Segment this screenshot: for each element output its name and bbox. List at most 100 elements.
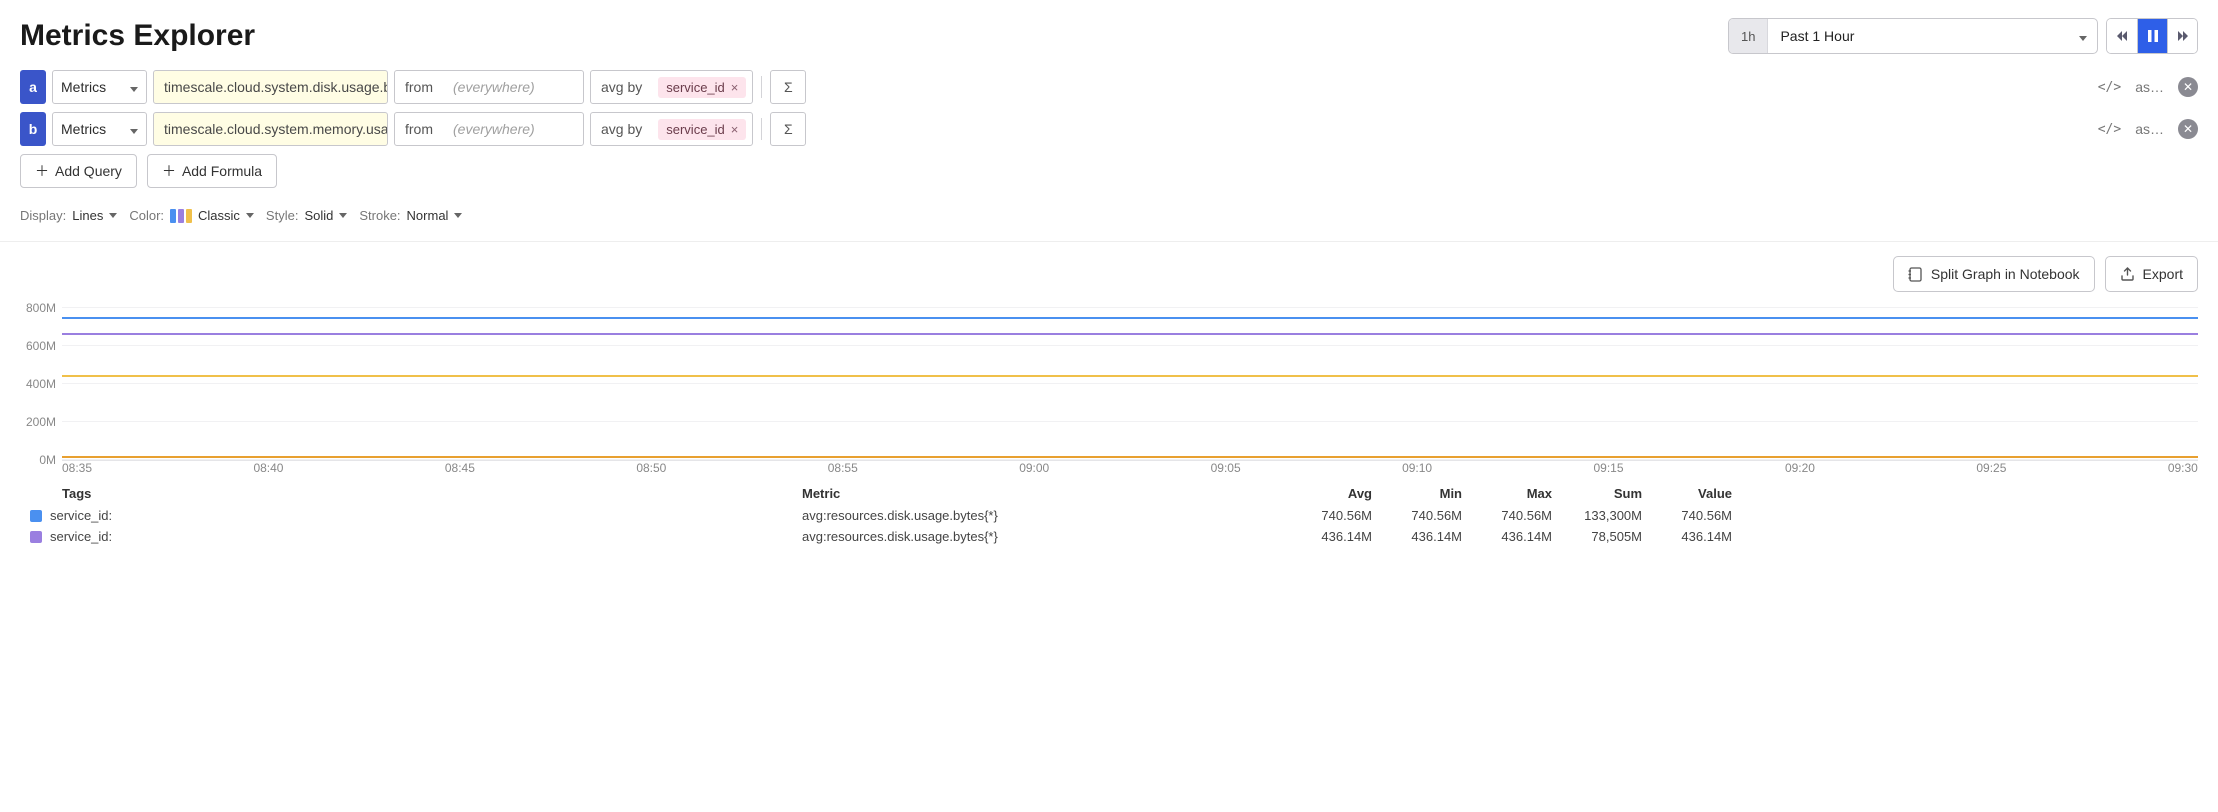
- query-row: a Metrics timescale.cloud.system.disk.us…: [20, 70, 2198, 104]
- query-badge[interactable]: a: [20, 70, 46, 104]
- legend-avg: 436.14M: [1282, 529, 1372, 544]
- x-tick: 09:05: [1211, 461, 1241, 478]
- series-line: [62, 333, 2198, 335]
- col-tags-header[interactable]: Tags: [62, 486, 802, 501]
- group-by[interactable]: avg by service_id ×: [590, 70, 753, 104]
- y-axis: 0M200M400M600M800M: [20, 308, 60, 460]
- add-query-button[interactable]: ＋ Add Query: [20, 154, 137, 188]
- chevron-down-icon: [130, 121, 138, 137]
- plus-icon: ＋: [162, 161, 176, 181]
- col-sum-header[interactable]: Sum: [1552, 486, 1642, 501]
- x-tick: 08:35: [62, 461, 92, 478]
- step-back-button[interactable]: [2107, 19, 2137, 53]
- time-range-picker[interactable]: 1h Past 1 Hour: [1728, 18, 2098, 54]
- legend-sum: 78,505M: [1552, 529, 1642, 544]
- x-tick: 09:25: [1976, 461, 2006, 478]
- y-tick: 0M: [39, 453, 56, 467]
- alias-button[interactable]: as…: [2135, 121, 2164, 137]
- divider: [761, 118, 762, 140]
- from-label: from: [395, 121, 443, 137]
- query-source-select[interactable]: Metrics: [52, 112, 147, 146]
- metric-input[interactable]: timescale.cloud.system.disk.usage.b: [153, 70, 388, 104]
- x-tick: 09:30: [2168, 461, 2198, 478]
- legend-row[interactable]: service_id:avg:resources.disk.usage.byte…: [62, 526, 2198, 547]
- x-axis: 08:3508:4008:4508:5008:5509:0009:0509:10…: [62, 460, 2198, 478]
- col-min-header[interactable]: Min: [1372, 486, 1462, 501]
- functions-button[interactable]: Σ: [770, 70, 806, 104]
- from-placeholder: (everywhere): [443, 121, 583, 137]
- group-by-tag[interactable]: service_id ×: [658, 77, 746, 98]
- plus-icon: ＋: [35, 161, 49, 181]
- style-value[interactable]: Solid: [304, 208, 333, 223]
- legend-avg: 740.56M: [1282, 508, 1372, 523]
- page-title: Metrics Explorer: [20, 19, 255, 53]
- display-label: Display:: [20, 208, 66, 223]
- color-palette-icon: [170, 209, 192, 223]
- group-by[interactable]: avg by service_id ×: [590, 112, 753, 146]
- query-badge[interactable]: b: [20, 112, 46, 146]
- from-filter[interactable]: from (everywhere): [394, 112, 584, 146]
- split-graph-label: Split Graph in Notebook: [1931, 266, 2080, 282]
- col-avg-header[interactable]: Avg: [1282, 486, 1372, 501]
- query-source-select[interactable]: Metrics: [52, 70, 147, 104]
- col-metric-header[interactable]: Metric: [802, 486, 1282, 501]
- remove-query-button[interactable]: ✕: [2178, 77, 2198, 97]
- series-line: [62, 375, 2198, 377]
- x-tick: 08:55: [828, 461, 858, 478]
- x-tick: 09:20: [1785, 461, 1815, 478]
- chart[interactable]: 0M200M400M600M800M 08:3508:4008:4508:500…: [0, 298, 2218, 478]
- export-icon: [2120, 267, 2135, 282]
- legend-table: Tags Metric Avg Min Max Sum Value servic…: [0, 478, 2218, 555]
- style-label: Style:: [266, 208, 299, 223]
- notebook-icon: [1908, 267, 1923, 282]
- step-forward-button[interactable]: [2167, 19, 2197, 53]
- legend-min: 740.56M: [1372, 508, 1462, 523]
- aggregation-label: avg by: [591, 121, 652, 137]
- functions-button[interactable]: Σ: [770, 112, 806, 146]
- split-graph-button[interactable]: Split Graph in Notebook: [1893, 256, 2095, 292]
- color-label: Color:: [129, 208, 164, 223]
- x-tick: 09:15: [1594, 461, 1624, 478]
- alias-button[interactable]: as…: [2135, 79, 2164, 95]
- export-label: Export: [2143, 266, 2183, 282]
- query-source-label: Metrics: [61, 79, 106, 95]
- code-icon[interactable]: </>: [2098, 122, 2121, 137]
- series-line: [62, 317, 2198, 319]
- add-formula-button[interactable]: ＋ Add Formula: [147, 154, 277, 188]
- legend-max: 436.14M: [1462, 529, 1552, 544]
- time-preset-badge: 1h: [1729, 19, 1768, 53]
- export-button[interactable]: Export: [2105, 256, 2198, 292]
- code-icon[interactable]: </>: [2098, 80, 2121, 95]
- chevron-down-icon: [246, 213, 254, 218]
- y-tick: 200M: [26, 415, 56, 429]
- x-tick: 08:40: [253, 461, 283, 478]
- legend-row[interactable]: service_id:avg:resources.disk.usage.byte…: [62, 505, 2198, 526]
- col-max-header[interactable]: Max: [1462, 486, 1552, 501]
- remove-query-button[interactable]: ✕: [2178, 119, 2198, 139]
- legend-header: Tags Metric Avg Min Max Sum Value: [62, 482, 2198, 505]
- metric-input[interactable]: timescale.cloud.system.memory.usag: [153, 112, 388, 146]
- y-tick: 600M: [26, 339, 56, 353]
- legend-value: 436.14M: [1642, 529, 1732, 544]
- legend-metric: avg:resources.disk.usage.bytes{*}: [802, 508, 1282, 523]
- chevron-down-icon: [109, 213, 117, 218]
- aggregation-label: avg by: [591, 79, 652, 95]
- pause-button[interactable]: [2137, 19, 2167, 53]
- col-value-header[interactable]: Value: [1642, 486, 1732, 501]
- sigma-icon: Σ: [784, 121, 793, 137]
- color-value[interactable]: Classic: [198, 208, 240, 223]
- add-query-label: Add Query: [55, 163, 122, 179]
- display-value[interactable]: Lines: [72, 208, 103, 223]
- group-by-tag[interactable]: service_id ×: [658, 119, 746, 140]
- stroke-value[interactable]: Normal: [407, 208, 449, 223]
- x-tick: 08:45: [445, 461, 475, 478]
- remove-tag-icon[interactable]: ×: [731, 122, 739, 137]
- from-filter[interactable]: from (everywhere): [394, 70, 584, 104]
- legend-sum: 133,300M: [1552, 508, 1642, 523]
- query-row: b Metrics timescale.cloud.system.memory.…: [20, 112, 2198, 146]
- remove-tag-icon[interactable]: ×: [731, 80, 739, 95]
- legend-value: 740.56M: [1642, 508, 1732, 523]
- legend-tag: service_id:: [50, 529, 112, 544]
- time-range-label: Past 1 Hour: [1768, 28, 2069, 44]
- stream-controls: [2106, 18, 2198, 54]
